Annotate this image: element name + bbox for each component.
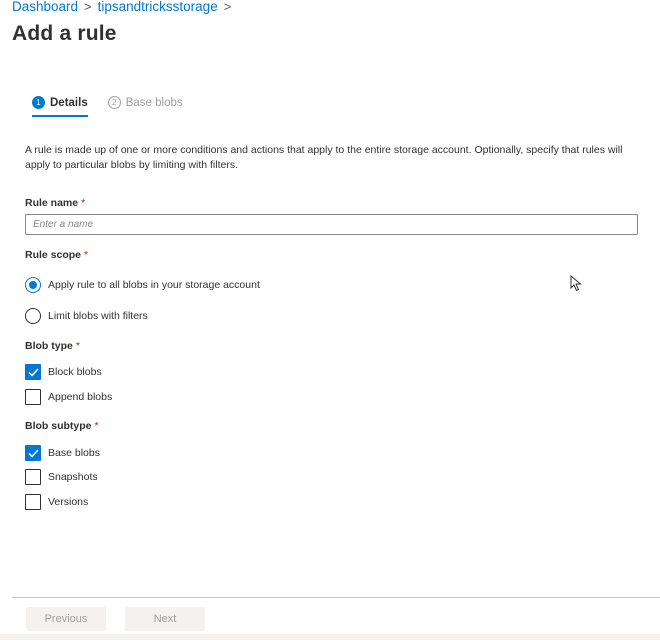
checkbox-snapshots[interactable]: Snapshots <box>25 469 98 485</box>
previous-button[interactable]: Previous <box>26 607 106 631</box>
required-marker: * <box>75 340 80 352</box>
rule-name-input[interactable] <box>25 214 638 235</box>
step-number-badge: 2 <box>107 96 121 109</box>
checkbox-versions[interactable]: Versions <box>25 494 88 510</box>
radio-button[interactable] <box>25 277 41 293</box>
required-marker: * <box>94 420 99 432</box>
blob-type-label-text: Blob type <box>25 340 73 352</box>
checkbox[interactable] <box>25 494 41 510</box>
tab-base-blobs[interactable]: 2 Base blobs <box>107 96 183 117</box>
rule-scope-label-text: Rule scope <box>25 249 82 261</box>
tab-details[interactable]: 1 Details <box>32 96 88 117</box>
checkbox[interactable] <box>25 469 41 485</box>
rule-scope-label: Rule scope * <box>25 249 88 261</box>
checkbox-label: Append blobs <box>48 391 113 403</box>
footer-divider <box>12 597 660 598</box>
checkbox-label: Block blobs <box>48 366 102 378</box>
wizard-tabs: 1 Details 2 Base blobs <box>32 96 183 117</box>
checkbox[interactable] <box>25 364 41 380</box>
add-rule-page: Dashboard > tipsandtricksstorage > Add a… <box>0 0 660 640</box>
chevron-right-icon: > <box>223 0 232 14</box>
required-marker: * <box>84 249 89 261</box>
rule-description: A rule is made up of one or more conditi… <box>25 144 623 171</box>
required-marker: * <box>81 197 86 209</box>
radio-apply-all-blobs[interactable]: Apply rule to all blobs in your storage … <box>25 277 260 293</box>
blob-subtype-label: Blob subtype * <box>25 420 99 432</box>
step-number-badge: 1 <box>32 96 45 109</box>
checkbox-append-blobs[interactable]: Append blobs <box>25 389 112 405</box>
next-button[interactable]: Next <box>125 607 205 631</box>
rule-name-label-text: Rule name <box>25 197 79 209</box>
mouse-pointer-icon <box>570 275 582 292</box>
checkbox-block-blobs[interactable]: Block blobs <box>25 364 102 380</box>
checkbox-label: Snapshots <box>48 471 98 483</box>
page-title: Add a rule <box>12 22 117 45</box>
checkbox[interactable] <box>25 389 41 405</box>
radio-button[interactable] <box>25 308 41 324</box>
tab-label: Base blobs <box>125 96 183 109</box>
bottom-strip <box>0 634 660 640</box>
checkmark-icon <box>27 448 39 458</box>
radio-label: Limit blobs with filters <box>48 310 148 322</box>
rule-name-label: Rule name * <box>25 197 85 209</box>
radio-label: Apply rule to all blobs in your storage … <box>48 279 260 291</box>
tab-label: Details <box>50 96 88 109</box>
breadcrumb: Dashboard > tipsandtricksstorage > <box>12 0 231 14</box>
blob-subtype-label-text: Blob subtype <box>25 420 92 432</box>
breadcrumb-storage-account[interactable]: tipsandtricksstorage <box>98 0 218 14</box>
breadcrumb-dashboard[interactable]: Dashboard <box>12 0 78 14</box>
blob-type-label: Blob type * <box>25 340 80 352</box>
checkbox-label: Base blobs <box>48 447 100 459</box>
radio-selected-dot <box>29 281 37 289</box>
checkmark-icon <box>27 367 39 377</box>
checkbox-label: Versions <box>48 496 89 508</box>
radio-limit-with-filters[interactable]: Limit blobs with filters <box>25 308 148 324</box>
checkbox[interactable] <box>25 445 41 461</box>
chevron-right-icon: > <box>84 0 92 14</box>
checkbox-base-blobs[interactable]: Base blobs <box>25 445 100 461</box>
